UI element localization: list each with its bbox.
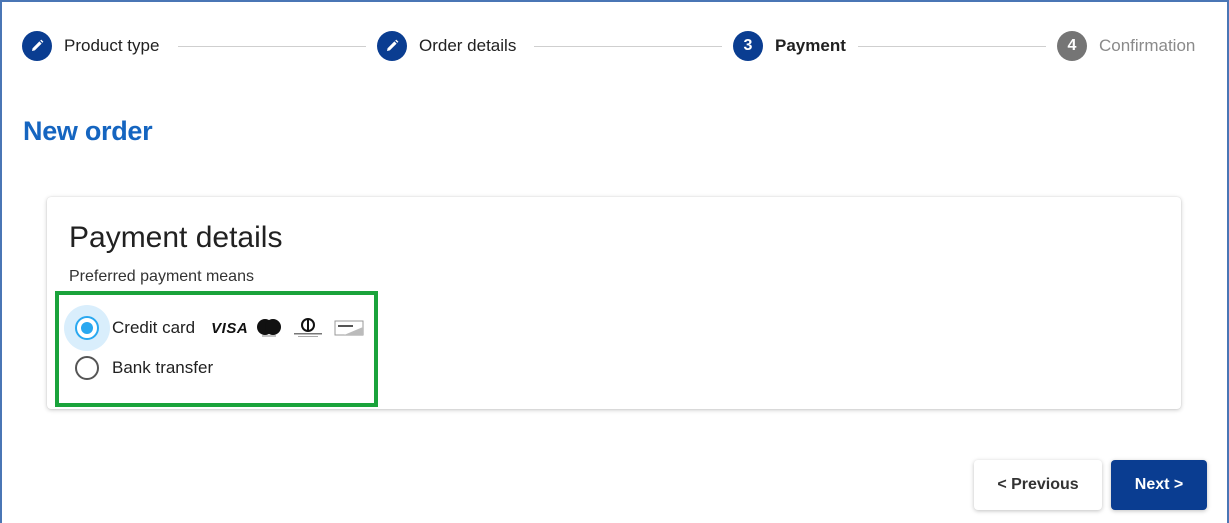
card-subtitle: Preferred payment means bbox=[69, 268, 254, 285]
next-button[interactable]: Next > bbox=[1111, 460, 1207, 510]
step-number: 4 bbox=[1057, 31, 1087, 61]
step-connector bbox=[858, 46, 1046, 47]
card-logos: VISA bbox=[211, 317, 364, 339]
pencil-icon bbox=[22, 31, 52, 61]
step-product-type[interactable]: Product type bbox=[22, 31, 159, 61]
stepper: Product type Order details 3 Payment 4 C… bbox=[22, 31, 1208, 61]
discover-icon bbox=[334, 320, 364, 336]
radio-label: Bank transfer bbox=[112, 358, 214, 377]
previous-button[interactable]: < Previous bbox=[974, 460, 1102, 510]
pencil-icon bbox=[377, 31, 407, 61]
card-title: Payment details bbox=[69, 221, 283, 254]
visa-logo: VISA bbox=[211, 319, 249, 337]
page-title: New order bbox=[23, 116, 153, 146]
step-label: Order details bbox=[419, 36, 517, 55]
radio-button[interactable] bbox=[75, 356, 99, 380]
radio-dot bbox=[81, 322, 93, 334]
step-label: Payment bbox=[775, 36, 846, 55]
radio-bank-transfer[interactable]: Bank transfer bbox=[64, 345, 213, 391]
step-label: Product type bbox=[64, 36, 160, 55]
step-payment[interactable]: 3 Payment bbox=[733, 31, 846, 61]
mastercard-icon bbox=[257, 319, 282, 337]
radio-button[interactable] bbox=[75, 316, 99, 340]
radio-label: Credit card bbox=[112, 318, 196, 337]
step-number: 3 bbox=[733, 31, 763, 61]
diners-club-icon bbox=[294, 318, 323, 337]
radio-halo bbox=[64, 345, 110, 391]
step-order-details[interactable]: Order details bbox=[377, 31, 516, 61]
step-connector bbox=[178, 46, 366, 47]
step-confirmation[interactable]: 4 Confirmation bbox=[1057, 31, 1195, 61]
step-connector bbox=[534, 46, 722, 47]
step-label: Confirmation bbox=[1099, 36, 1196, 55]
